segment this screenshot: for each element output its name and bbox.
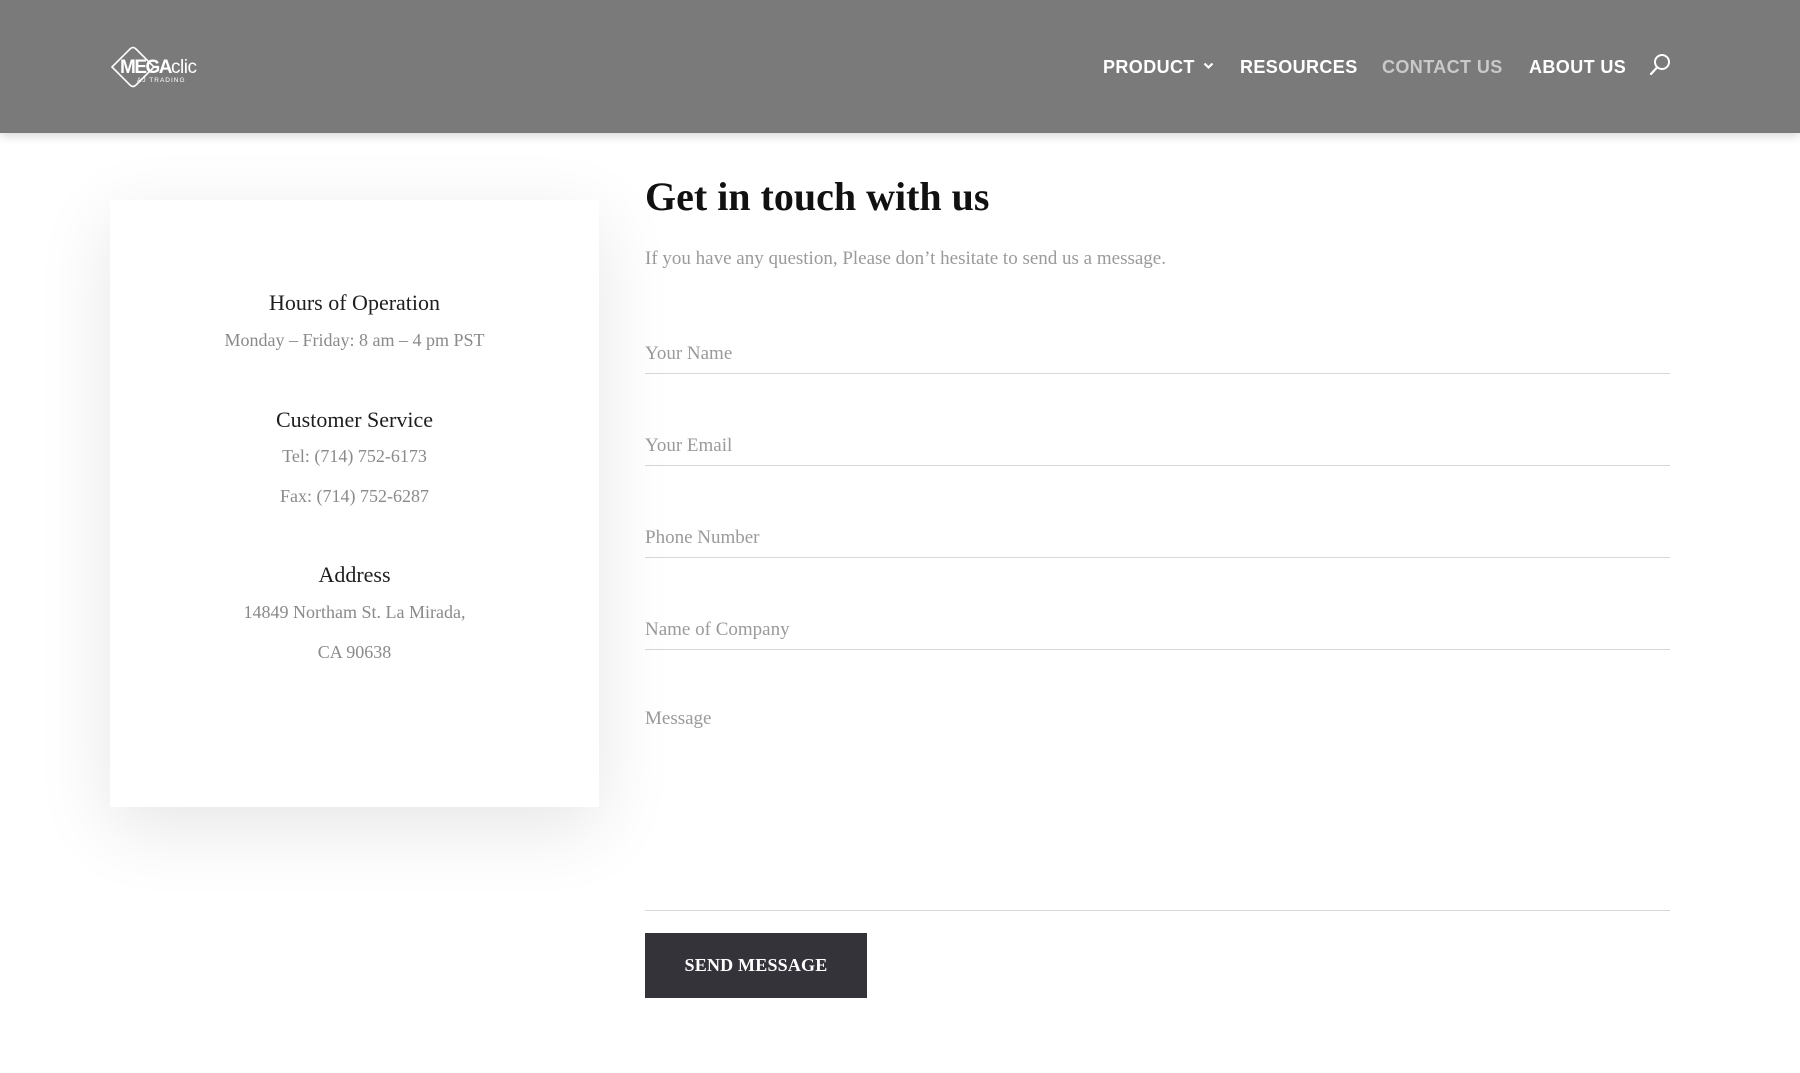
nav-product-label: PRODUCT	[1103, 57, 1195, 77]
address-section: Address 14849 Northam St. La Mirada, CA …	[110, 560, 599, 672]
phone-input[interactable]	[645, 518, 1670, 558]
megaclic-logo[interactable]: MEGAclic AJ TRADING	[108, 44, 208, 90]
nav-resources[interactable]: RESOURCES	[1240, 55, 1358, 79]
form-subtitle: If you have any question, Please don’t h…	[645, 248, 1166, 269]
nav-contact-us[interactable]: CONTACT US	[1382, 55, 1503, 79]
hours-section: Hours of Operation Monday – Friday: 8 am…	[110, 288, 599, 360]
logo-tagline: AJ TRADING	[137, 77, 186, 84]
search-icon[interactable]	[1648, 53, 1672, 77]
site-header: MEGAclic AJ TRADING PRODUCT RESOURCES CO…	[0, 0, 1800, 133]
customer-service-title: Customer Service	[275, 407, 434, 432]
hours-text: Monday – Friday: 8 am – 4 pm PST	[224, 330, 485, 350]
nav-about-us[interactable]: ABOUT US	[1529, 55, 1626, 79]
address-line-1: 14849 Northam St. La Mirada,	[243, 602, 466, 622]
send-message-button[interactable]: SEND MESSAGE	[645, 933, 867, 998]
nav-product[interactable]: PRODUCT	[1103, 55, 1214, 79]
form-title: Get in touch with us	[645, 174, 990, 219]
message-textarea[interactable]	[645, 697, 1670, 911]
contact-info-card: Hours of Operation Monday – Friday: 8 am…	[110, 200, 599, 807]
chevron-down-icon	[1203, 62, 1214, 70]
logo-wordmark: MEGAclic	[120, 57, 197, 78]
hours-title: Hours of Operation	[268, 290, 441, 315]
customer-service-section: Customer Service Tel: (714) 752-6173 Fax…	[110, 405, 599, 516]
fax-number-text: Fax: (714) 752-6287	[280, 486, 429, 506]
company-input[interactable]	[645, 610, 1670, 650]
address-title: Address	[318, 562, 391, 587]
name-input[interactable]	[645, 334, 1670, 374]
phone-number-text: Tel: (714) 752-6173	[282, 446, 427, 466]
email-input[interactable]	[645, 426, 1670, 466]
address-line-2: CA 90638	[317, 642, 392, 662]
